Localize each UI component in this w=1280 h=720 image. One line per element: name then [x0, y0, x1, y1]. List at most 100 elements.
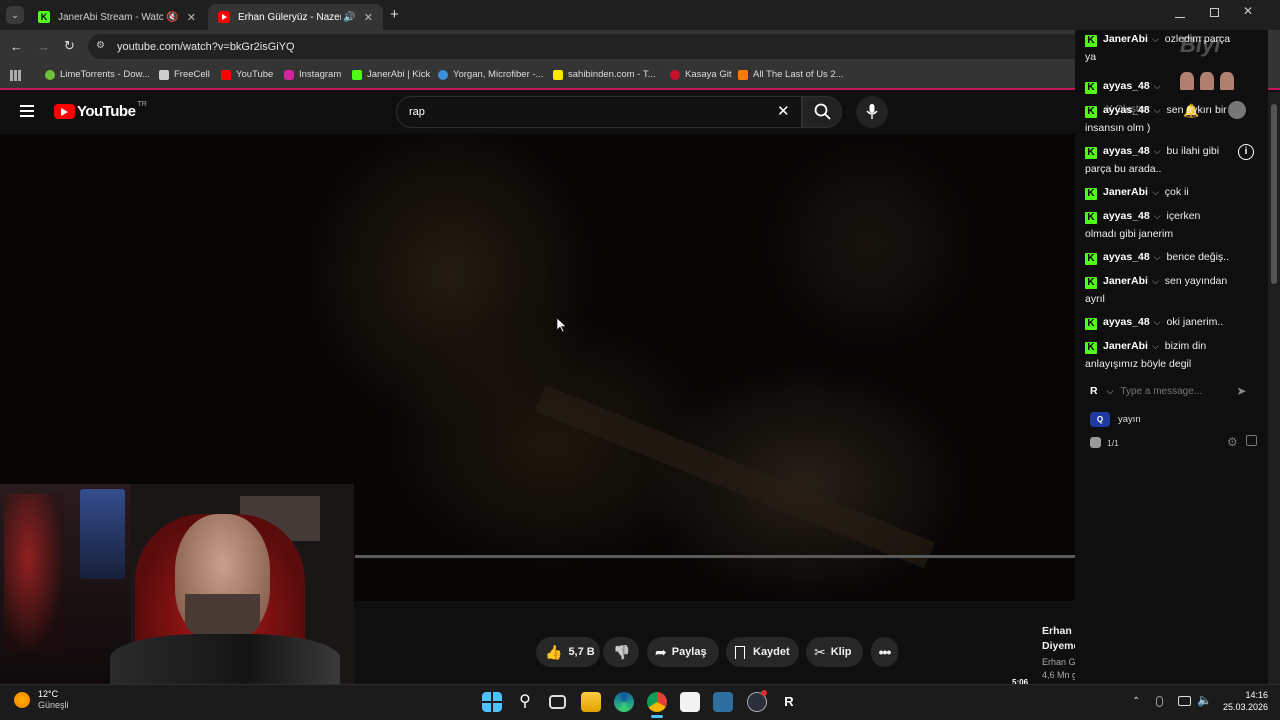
chevron-down-icon[interactable]: ⌵	[1152, 34, 1159, 44]
chat-username[interactable]: JanerAbi	[1103, 275, 1148, 287]
bookmark-last-of-us[interactable]: All The Last of Us 2...	[738, 69, 844, 80]
clear-search-icon[interactable]: ✕	[777, 102, 790, 120]
chevron-down-icon[interactable]: ⌵	[1152, 276, 1159, 286]
minimize-window-icon[interactable]	[1175, 8, 1185, 18]
chat-settings-icon[interactable]: ⚙	[1227, 435, 1238, 449]
toggle-icon[interactable]	[1090, 437, 1101, 448]
reload-icon[interactable]: ↻	[64, 38, 75, 54]
chat-username[interactable]: ayyas_48	[1103, 145, 1150, 157]
kick-badge-icon: K	[1085, 188, 1097, 200]
bookmark-kasaya-git[interactable]: Kasaya Git	[670, 69, 731, 80]
bookmark-youtube[interactable]: YouTube	[221, 69, 273, 80]
weather-widget[interactable]: 12°C Güneşli	[14, 689, 69, 711]
audio-playing-icon[interactable]: 🔊	[343, 12, 355, 23]
search-input[interactable]: rap ✕	[396, 96, 802, 128]
edge-icon[interactable]	[614, 692, 634, 712]
clip-label: Klip	[830, 646, 852, 658]
chat-exit-icon[interactable]	[1246, 435, 1257, 446]
dislike-button[interactable]: 👎	[603, 637, 639, 667]
search-button[interactable]	[802, 96, 842, 128]
chevron-down-icon[interactable]: ⌵	[1154, 252, 1161, 262]
site-info-icon[interactable]: ⚙	[96, 40, 108, 52]
chat-username[interactable]: JanerAbi	[1103, 340, 1148, 352]
more-actions-button[interactable]: •••	[871, 637, 898, 667]
file-explorer-icon[interactable]	[581, 692, 601, 712]
bookmark-kick[interactable]: JanerAbi | Kick	[352, 69, 430, 80]
chevron-down-icon[interactable]: ⌵	[1154, 211, 1161, 221]
like-button[interactable]: 👍 5,7 B	[536, 637, 600, 667]
task-view-icon[interactable]	[549, 695, 566, 709]
maximize-window-icon[interactable]	[1210, 8, 1219, 17]
tab-janerabi-stream[interactable]: K JanerAbi Stream - Watch Li 🔇 ✕	[28, 4, 206, 30]
network-icon[interactable]	[1178, 696, 1191, 706]
chat-message-input[interactable]	[1120, 385, 1231, 397]
close-tab-icon[interactable]: ✕	[364, 11, 373, 24]
chat-text-cont: insansın olm )	[1085, 122, 1151, 134]
voice-search-button[interactable]	[856, 96, 888, 128]
bookmark-limetorrents[interactable]: LimeTorrents - Dow...	[45, 69, 150, 80]
chat-username[interactable]: ayyas_48	[1103, 210, 1150, 222]
bookmark-yorgan[interactable]: Yorgan, Microfiber -...	[438, 69, 543, 80]
clip-button[interactable]: ✂ Klip	[806, 637, 863, 667]
chrome-icon[interactable]	[647, 692, 667, 712]
chat-username[interactable]: ayyas_48	[1103, 80, 1150, 92]
bookmark-instagram[interactable]: Instagram	[284, 69, 341, 80]
page-scrollbar[interactable]	[1268, 92, 1280, 684]
tab-youtube-video[interactable]: Erhan Güleryüz - Nazende S 🔊 ✕	[208, 4, 383, 30]
clock[interactable]: 14:16 25.03.2026	[1218, 689, 1268, 713]
bookmark-sahibinden[interactable]: sahibinden.com - T...	[553, 69, 655, 80]
chevron-down-icon[interactable]: ⌵	[1154, 81, 1161, 91]
chat-text: bizim din	[1164, 340, 1207, 352]
microphone-tray-icon[interactable]	[1156, 696, 1163, 707]
chat-username[interactable]: JanerAbi	[1103, 186, 1148, 198]
chevron-down-icon[interactable]: ⌵	[1154, 317, 1161, 327]
chat-username[interactable]: ayyas_48	[1103, 316, 1150, 328]
new-tab-button[interactable]: +	[390, 6, 406, 24]
taskbar-search-icon[interactable]: ⚲	[515, 692, 535, 712]
store-icon[interactable]	[680, 692, 700, 712]
clock-date: 25.03.2026	[1222, 702, 1268, 712]
close-window-icon[interactable]: ✕	[1243, 4, 1253, 18]
volume-icon[interactable]: 🔈	[1197, 693, 1212, 707]
muted-icon[interactable]: 🔇	[166, 12, 178, 23]
app-icon[interactable]	[713, 692, 733, 712]
thumbs-up-icon: 👍	[545, 643, 563, 660]
weather-temp: 12°C	[38, 689, 59, 699]
chat-username[interactable]: ayyas_48	[1103, 251, 1150, 263]
send-icon[interactable]: ➤	[1236, 384, 1246, 398]
start-menu-icon[interactable]	[482, 692, 502, 712]
chevron-down-icon[interactable]: ⌵	[1154, 105, 1161, 115]
chat-username[interactable]: JanerAbi	[1103, 33, 1148, 45]
chevron-down-icon[interactable]: ⌵	[1154, 146, 1161, 156]
guide-menu-icon[interactable]	[20, 105, 34, 117]
stream-indicator[interactable]: Q yayın	[1090, 412, 1141, 427]
apps-grid-icon[interactable]	[10, 70, 21, 81]
chevron-down-icon[interactable]: ⌵	[1152, 341, 1159, 351]
chat-text: çok ii	[1164, 186, 1189, 198]
tab-search-button[interactable]: ⌄	[6, 6, 24, 24]
bookmark-icon	[159, 69, 169, 80]
chat-username[interactable]: ayyas_48	[1103, 104, 1150, 116]
chat-message: Kayyas_48 ⌵ bence değiş..	[1085, 248, 1265, 266]
back-icon[interactable]: ←	[10, 39, 23, 54]
chat-message: Kayyas_48 ⌵ bu ilahi gibi parça bu arada..	[1085, 142, 1265, 178]
forward-icon[interactable]: →	[37, 39, 50, 54]
close-tab-icon[interactable]: ✕	[187, 11, 196, 24]
r-app-icon[interactable]: R	[779, 692, 799, 712]
more-horiz-icon: •••	[878, 644, 892, 660]
chevron-down-icon[interactable]: ⌵	[1107, 386, 1114, 397]
share-button[interactable]: ➦ Paylaş	[647, 637, 719, 667]
chat-input-prefix[interactable]: R	[1090, 385, 1098, 397]
address-bar[interactable]: ⚙ youtube.com/watch?v=bkGr2isGiYQ	[88, 34, 1088, 59]
chat-message: K JanerAbi ⌵ ozledim parça ya	[1085, 30, 1265, 66]
streamer-webcam	[0, 484, 354, 684]
tray-chevron-up-icon[interactable]: ⌃	[1132, 696, 1140, 707]
bookmark-freecell[interactable]: FreeCell	[159, 69, 210, 80]
bookmark-label: FreeCell	[174, 69, 210, 80]
save-button[interactable]: Kaydet	[726, 637, 799, 667]
browser-tab-strip: ⌄ K JanerAbi Stream - Watch Li 🔇 ✕ Erhan…	[0, 0, 1280, 30]
bookmark-label: LimeTorrents - Dow...	[60, 69, 150, 80]
chevron-down-icon[interactable]: ⌵	[1152, 187, 1159, 197]
youtube-logo[interactable]: YouTube TR	[54, 101, 147, 120]
scrollbar-thumb[interactable]	[1271, 104, 1277, 284]
